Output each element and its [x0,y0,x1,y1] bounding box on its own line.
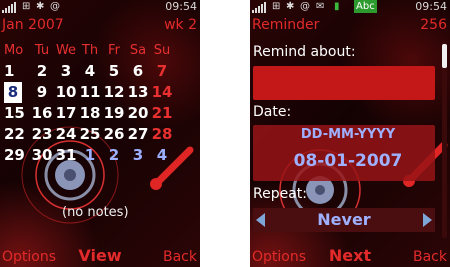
back-softkey[interactable]: Back [413,249,447,265]
remind-about-label: Remind about: [253,44,356,60]
calendar-week-row: 22 23 24 25 26 27 28 [0,124,200,145]
day-cell[interactable]: 30 [30,145,54,166]
weekday-header: Mo [4,43,24,58]
day-cell[interactable]: 29 [0,145,30,166]
reminder-screen: ⊞ ✱ @ ✉ ▮ Abc 09:54 Reminder 256 Remind … [250,0,450,267]
week-number: wk 2 [164,17,197,33]
signal-strength-icon [2,2,16,13]
scrollbar[interactable] [442,42,447,238]
day-cell[interactable]: 10 [54,82,78,103]
remind-about-input[interactable] [253,66,435,100]
battery-icon: ▮ [334,1,340,12]
arrow-right-icon[interactable] [423,213,432,227]
weekday-header: We [55,43,77,58]
day-cell[interactable]: 31 [54,145,78,166]
day-cell[interactable]: 23 [30,124,54,145]
month-title: Jan 2007 [2,17,64,33]
day-cell-next-month[interactable]: 1 [78,145,102,166]
day-cell[interactable]: 24 [54,124,78,145]
date-value: 08-01-2007 [293,151,403,171]
weekday-header-row: Mo Tu We Th Fr Sa Su [0,40,200,61]
weekday-header: Su [153,43,171,58]
mail-icon: ✉ [316,1,325,12]
repeat-value: Never [317,210,371,229]
email-at-icon: @ [50,1,60,12]
day-cell-sunday[interactable]: 14 [150,82,174,103]
day-cell[interactable]: 19 [102,103,126,124]
day-cell[interactable]: 9 [30,82,54,103]
clock: 09:54 [165,0,197,13]
calendar-screen: ⊞ ✱ @ 09:54 Jan 2007 wk 2 Mo Tu We Th Fr… [0,0,200,267]
date-format-hint: DD-MM-YYYY [300,127,396,142]
status-bar: ⊞ ✱ @ 09:54 [0,0,200,14]
day-cell[interactable]: 2 [30,61,54,82]
weekday-header: Sa [129,43,147,58]
day-cell[interactable]: 18 [78,103,102,124]
calendar-week-row: 1 2 3 4 5 6 7 [0,61,200,82]
day-cell-sunday[interactable]: 28 [150,124,174,145]
bluetooth-icon: ✱ [36,1,45,12]
characters-remaining: 256 [420,17,447,33]
day-cell-next-month[interactable]: 3 [126,145,150,166]
day-cell[interactable]: 15 [0,103,30,124]
input-mode-indicator: Abc [354,0,377,13]
gprs-icon: ⊞ [272,1,281,12]
day-cell-next-month[interactable]: 2 [102,145,126,166]
clock: 09:54 [415,0,447,13]
email-at-icon: @ [300,1,310,12]
calendar-grid: Mo Tu We Th Fr Sa Su 1 2 3 4 5 6 7 8 9 1… [0,40,200,166]
title-bar: Reminder 256 [250,14,450,36]
signal-strength-icon [252,2,266,13]
calendar-week-row: 8 9 10 11 12 13 14 [0,82,200,103]
bluetooth-icon: ✱ [286,1,295,12]
weekday-header: Fr [108,43,120,58]
calendar-week-row: 15 16 17 18 19 20 21 [0,103,200,124]
status-bar: ⊞ ✱ @ ✉ ▮ Abc 09:54 [250,0,450,14]
weekday-header: Th [81,43,99,58]
day-cell[interactable]: 12 [102,82,126,103]
back-softkey[interactable]: Back [163,249,197,265]
day-cell[interactable]: 26 [102,124,126,145]
softkey-bar: Options Next Back [250,245,450,267]
day-cell-next-month[interactable]: 4 [150,145,174,166]
day-cell[interactable]: 1 [0,61,30,82]
calendar-week-row: 29 30 31 1 2 3 4 [0,145,200,166]
notes-placeholder: (no notes) [62,205,129,220]
selected-day-highlight: 8 [4,82,22,103]
gprs-icon: ⊞ [22,1,31,12]
day-cell[interactable]: 27 [126,124,150,145]
day-cell[interactable]: 16 [30,103,54,124]
weekday-header: Tu [34,43,50,58]
day-cell[interactable]: 17 [54,103,78,124]
day-cell[interactable]: 3 [54,61,78,82]
day-cell[interactable]: 25 [78,124,102,145]
repeat-label: Repeat: [253,186,307,202]
day-cell[interactable]: 5 [102,61,126,82]
day-cell[interactable]: 6 [126,61,150,82]
date-input[interactable]: DD-MM-YYYY 08-01-2007 [253,125,435,181]
day-cell[interactable]: 22 [0,124,30,145]
day-cell-sunday[interactable]: 21 [150,103,174,124]
day-cell[interactable]: 20 [126,103,150,124]
screen-title: Reminder [252,17,320,33]
title-bar: Jan 2007 wk 2 [0,14,200,36]
day-cell[interactable]: 13 [126,82,150,103]
softkey-bar: Options View Back [0,245,200,267]
day-cell[interactable]: 11 [78,82,102,103]
scrollbar-thumb[interactable] [442,44,447,68]
repeat-selector[interactable]: Never [253,208,435,232]
day-cell[interactable]: 4 [78,61,102,82]
day-cell-selected[interactable]: 8 [0,82,30,103]
day-cell-sunday[interactable]: 7 [150,61,174,82]
date-label: Date: [253,104,292,120]
